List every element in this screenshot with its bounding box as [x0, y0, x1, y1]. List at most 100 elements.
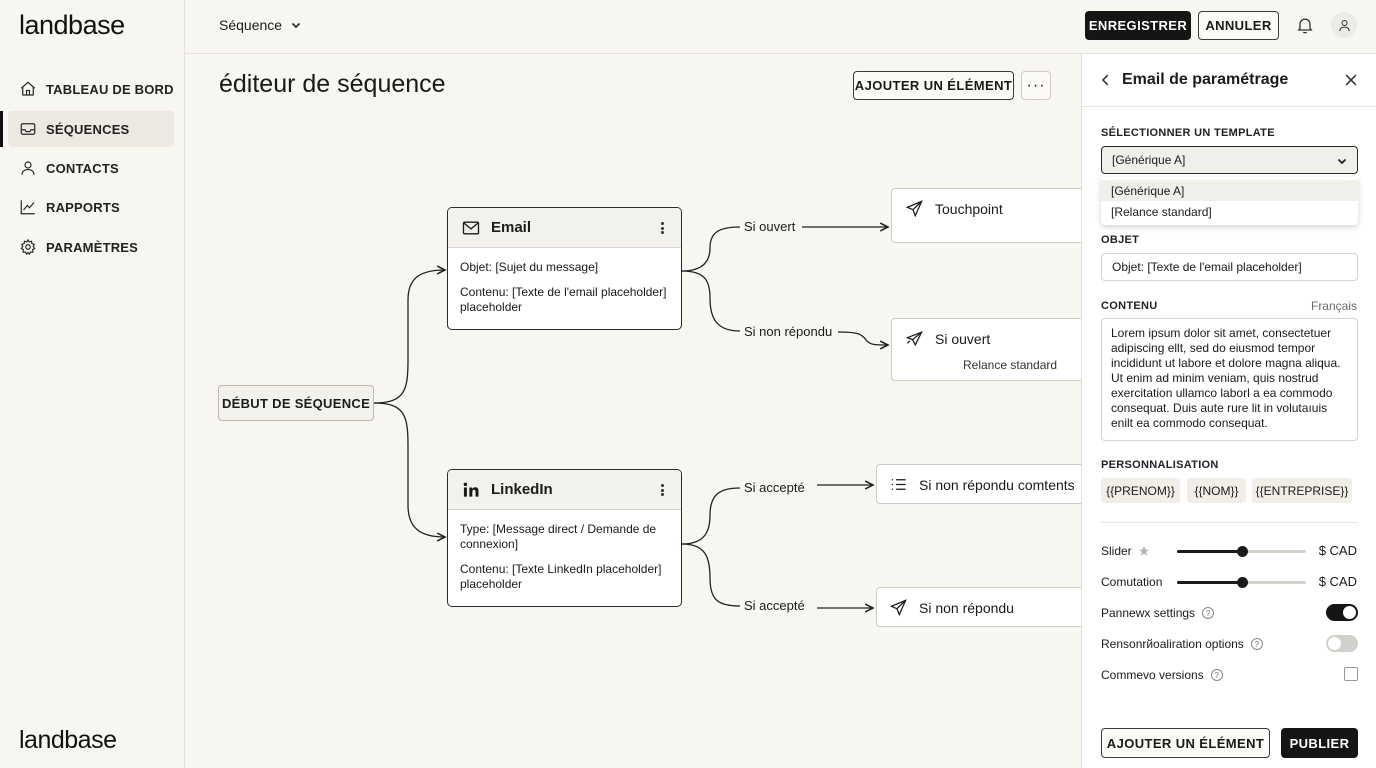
brand-logo-footer: landbase	[19, 726, 117, 754]
commevo-checkbox[interactable]	[1344, 667, 1358, 681]
cancel-button[interactable]: ANNULER	[1198, 11, 1279, 40]
linkedin-step-card[interactable]: LinkedIn Type: [Message direct / Demande…	[447, 469, 682, 607]
inbox-icon	[20, 123, 36, 135]
template-label: SÉLECTIONNER UN TEMPLATE	[1101, 127, 1275, 139]
token-chip-entreprise[interactable]: {{ENTREPRISE}}	[1252, 478, 1352, 503]
toggle-knob	[1343, 606, 1356, 619]
save-button[interactable]: ENREGISTRER	[1085, 11, 1191, 40]
toggle-knob	[1328, 637, 1341, 650]
send-icon	[889, 599, 907, 617]
breadcrumb-dropdown[interactable]: Séquence	[219, 17, 302, 33]
opened-node-subtitle: Relance standard	[963, 358, 1058, 372]
notifications-button[interactable]	[1294, 14, 1316, 36]
linkedin-card-content: Contenu: [Texte LinkedIn placeholder] pl…	[460, 562, 662, 591]
subject-input[interactable]: Objet: [Texte de l'email placeholder]	[1101, 253, 1358, 281]
email-card-subject: Objet: [Sujet du message]	[460, 260, 599, 274]
template-select-value: [Générique A]	[1112, 153, 1186, 167]
page-title: éditeur de séquence	[219, 70, 446, 98]
email-step-card[interactable]: Email Objet: [Sujet du message] Contenu:…	[447, 207, 682, 330]
sidebar-item-label: TABLEAU DE BORD	[46, 81, 174, 97]
back-button[interactable]	[1098, 72, 1114, 88]
no-reply-node-title: Si non répondu	[889, 598, 1014, 617]
help-icon[interactable]: ?	[1250, 638, 1263, 650]
pannewx-toggle[interactable]	[1326, 604, 1358, 621]
branch-label-no-reply: Si non répondu	[744, 324, 833, 339]
sidebar-item-settings[interactable]: PARAMÈTRES	[8, 229, 174, 265]
close-icon	[1345, 74, 1357, 86]
token-chip-prenom[interactable]: {{PRENOM}}	[1101, 478, 1180, 503]
send-icon	[905, 200, 923, 218]
branch-label-accepted: Si accepté	[744, 598, 805, 613]
content-label: CONTENU	[1101, 300, 1158, 312]
chevron-down-icon	[291, 22, 301, 29]
publish-button[interactable]: PUBLIER	[1281, 728, 1358, 758]
slider-handle[interactable]	[1236, 546, 1248, 557]
comutation-unit: $ CAD	[1318, 574, 1357, 589]
sidebar-item-label: RAPPORTS	[46, 199, 120, 215]
subject-label: OBJET	[1101, 234, 1140, 246]
kebab-menu-icon[interactable]	[657, 482, 667, 498]
content-textarea[interactable]: Lorem ipsum dolor sit amet, consectetuer…	[1101, 318, 1358, 441]
slider-handle[interactable]	[1236, 577, 1248, 588]
pannewx-settings-label: Pannewx settings ?	[1101, 606, 1215, 620]
slider-row-label: Slider	[1101, 544, 1150, 558]
close-button[interactable]	[1343, 72, 1359, 88]
chevron-left-icon	[1101, 74, 1109, 86]
chart-line-icon	[20, 200, 35, 215]
no-reply-comments-title: Si non répondu comtents	[889, 475, 1075, 494]
sidebar-item-reports[interactable]: RAPPORTS	[8, 189, 174, 225]
brand-logo[interactable]: landbase	[19, 10, 125, 41]
sidebar-item-dashboard[interactable]: TABLEAU DE BORD	[8, 71, 174, 107]
template-select[interactable]: [Générique A]	[1101, 146, 1358, 174]
panel-header: Email de paramétrage	[1082, 54, 1376, 107]
user-icon	[21, 161, 35, 175]
linkedin-card-header: LinkedIn	[448, 470, 681, 510]
commevo-versions-label: Commevo versions ?	[1101, 668, 1223, 682]
mail-icon	[462, 221, 480, 234]
template-dropdown: [Générique A] [Relance standard]	[1101, 177, 1358, 225]
rensonr-options-label: Rensonrйoalіration options ?	[1101, 637, 1263, 651]
rensonr-toggle[interactable]	[1326, 635, 1358, 652]
chevron-down-icon	[1337, 158, 1347, 165]
panel-title: Email de paramétrage	[1122, 71, 1289, 88]
sidebar-item-contacts[interactable]: CONTACTS	[8, 150, 174, 186]
comutation-label: Comutation	[1101, 575, 1163, 589]
opened-node-title: Si ouvert	[905, 329, 990, 348]
token-chip-nom[interactable]: {{NOM}}	[1187, 478, 1246, 503]
email-card-content: Contenu: [Texte de l'email placeholder] …	[460, 285, 667, 314]
template-option[interactable]: [Relance standard]	[1101, 201, 1358, 222]
slider-track[interactable]	[1177, 546, 1306, 557]
star-icon	[1138, 546, 1149, 556]
avatar[interactable]	[1331, 12, 1357, 38]
divider	[1101, 522, 1358, 523]
more-options-button[interactable]: ···	[1021, 71, 1051, 100]
comutation-slider-track[interactable]	[1177, 577, 1306, 588]
linkedin-icon	[463, 482, 479, 497]
bell-icon	[1297, 18, 1313, 34]
language-selector[interactable]: Français	[1311, 299, 1357, 313]
user-icon	[1338, 19, 1350, 31]
list-icon	[891, 479, 906, 490]
help-icon[interactable]: ?	[1202, 607, 1215, 619]
template-option[interactable]: [Générique A]	[1101, 180, 1358, 201]
email-card-header: Email	[448, 208, 681, 248]
kebab-menu-icon[interactable]	[657, 220, 667, 236]
sidebar-item-label: SÉQUENCES	[46, 121, 130, 137]
email-card-title: Email	[491, 219, 532, 236]
linkedin-card-title: LinkedIn	[491, 481, 553, 498]
slider-unit: $ CAD	[1318, 543, 1357, 558]
sidebar-item-sequences[interactable]: SÉQUENCES	[8, 111, 174, 147]
slider-fill	[1177, 550, 1242, 553]
home-icon	[20, 81, 36, 96]
add-element-footer-button[interactable]: AJOUTER UN ÉLÉMENT	[1101, 728, 1270, 758]
help-icon[interactable]: ?	[1210, 669, 1223, 681]
branch-label-opened: Si ouvert	[744, 219, 796, 234]
linkedin-card-type: Type: [Message direct / Demande de conne…	[460, 522, 657, 551]
breadcrumb-label: Séquence	[219, 17, 283, 33]
active-indicator	[0, 111, 3, 147]
email-settings-panel: Email de paramétrage SÉLECTIONNER UN TEM…	[1081, 54, 1376, 768]
sequence-start-node[interactable]: DÉBUT DE SÉQUENCE	[218, 385, 374, 421]
sidebar-item-label: PARAMÈTRES	[46, 239, 139, 255]
add-element-button[interactable]: AJOUTER UN ÉLÉMENT	[853, 71, 1014, 100]
touchpoint-node-title: Touchpoint	[905, 199, 1003, 218]
